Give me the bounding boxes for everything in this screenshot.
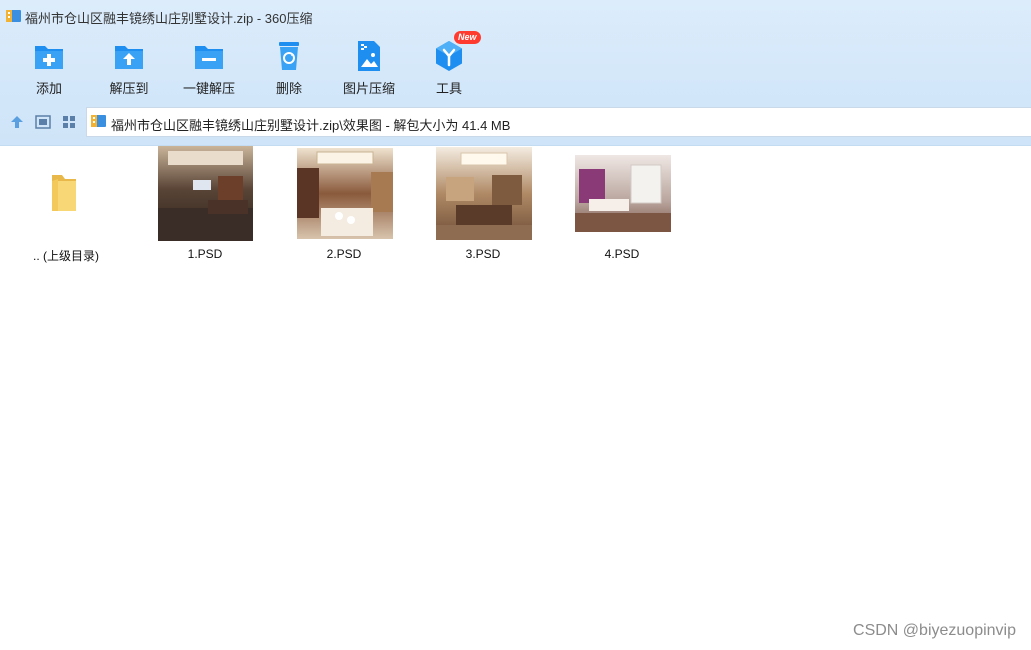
image-compress-button[interactable]: 图片压缩 bbox=[329, 34, 409, 98]
tools-label: 工具 bbox=[435, 81, 462, 96]
file-name: 1.PSD bbox=[187, 247, 223, 261]
image-thumbnail bbox=[158, 146, 253, 241]
delete-button[interactable]: 删除 bbox=[249, 34, 329, 98]
image-thumbnail bbox=[575, 155, 671, 232]
title-bar: 福州市仓山区融丰镜绣山庄别墅设计.zip - 360压缩 bbox=[0, 0, 1031, 32]
file-item-4-psd[interactable]: 4.PSD bbox=[562, 145, 682, 270]
extract-folder-icon bbox=[115, 46, 143, 69]
delete-label: 删除 bbox=[275, 81, 302, 96]
file-list: .. (上级目录) 1.PSD 2.PSD 3.PSD 4.PSD bbox=[0, 145, 1031, 650]
one-click-extract-icon bbox=[195, 46, 223, 69]
extract-to-button[interactable]: 解压到 bbox=[89, 34, 169, 98]
extract-to-label: 解压到 bbox=[109, 81, 149, 96]
add-label: 添加 bbox=[35, 81, 62, 96]
detail-view-icon[interactable] bbox=[34, 113, 52, 131]
zip-archive-icon bbox=[6, 10, 21, 22]
recycle-bin-icon bbox=[279, 42, 299, 70]
toolbar: 添加 解压到 一键解压 删除 图片压缩 New 工具 bbox=[0, 31, 1031, 100]
grid-view-icon[interactable] bbox=[60, 113, 78, 131]
window-title: 福州市仓山区融丰镜绣山庄别墅设计.zip - 360压缩 bbox=[25, 11, 313, 26]
image-thumbnail bbox=[297, 148, 393, 239]
new-badge: New bbox=[454, 31, 481, 44]
image-compress-icon bbox=[358, 41, 380, 71]
file-item-1-psd[interactable]: 1.PSD bbox=[145, 145, 265, 270]
file-name: 3.PSD bbox=[465, 247, 501, 261]
image-compress-label: 图片压缩 bbox=[342, 81, 395, 96]
zip-archive-icon bbox=[91, 115, 106, 127]
watermark: CSDN @biyezuopinvip bbox=[853, 622, 1016, 639]
one-click-extract-label: 一键解压 bbox=[182, 81, 235, 96]
window-chrome: 福州市仓山区融丰镜绣山庄别墅设计.zip - 360压缩 添加 解压到 一键解压… bbox=[0, 0, 1031, 146]
file-item-parent[interactable]: .. (上级目录) bbox=[6, 145, 126, 270]
tools-cube-icon bbox=[436, 41, 462, 71]
file-name: 4.PSD bbox=[604, 247, 640, 261]
file-name: .. (上级目录) bbox=[33, 249, 99, 263]
up-arrow-icon[interactable] bbox=[8, 113, 26, 131]
current-path: 福州市仓山区融丰镜绣山庄别墅设计.zip\效果图 - 解包大小为 41.4 MB bbox=[111, 118, 511, 133]
folder-icon bbox=[52, 175, 76, 211]
tools-button[interactable]: New 工具 bbox=[409, 31, 489, 98]
path-bar[interactable]: 福州市仓山区融丰镜绣山庄别墅设计.zip\效果图 - 解包大小为 41.4 MB bbox=[86, 107, 1031, 137]
image-thumbnail bbox=[436, 147, 532, 240]
add-button[interactable]: 添加 bbox=[9, 34, 89, 98]
file-item-3-psd[interactable]: 3.PSD bbox=[423, 145, 543, 270]
file-item-2-psd[interactable]: 2.PSD bbox=[284, 145, 404, 270]
one-click-extract-button[interactable]: 一键解压 bbox=[169, 34, 249, 98]
file-name: 2.PSD bbox=[326, 247, 362, 261]
navigation-bar: 福州市仓山区融丰镜绣山庄别墅设计.zip\效果图 - 解包大小为 41.4 MB bbox=[0, 104, 1031, 140]
add-folder-icon bbox=[35, 46, 63, 69]
